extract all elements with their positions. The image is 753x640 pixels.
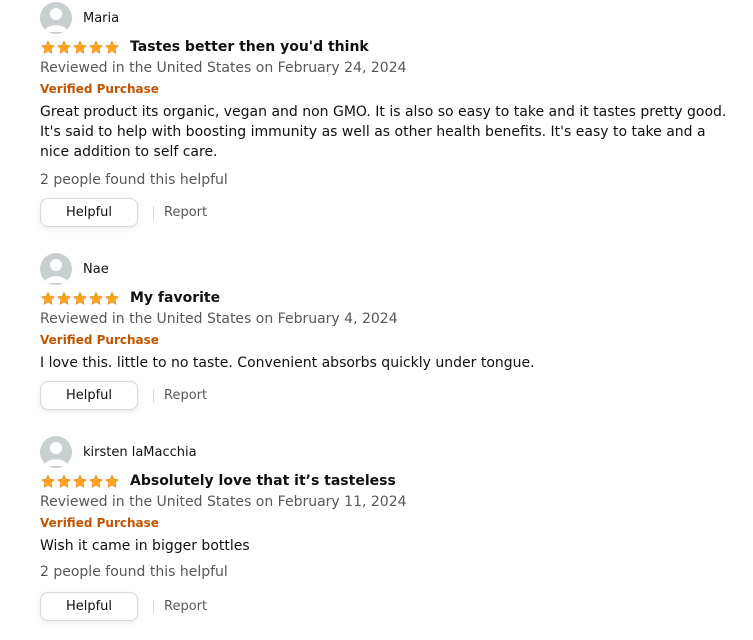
divider [153, 388, 154, 403]
helpful-count: 2 people found this helpful [40, 564, 228, 580]
review-card: Maria Tastes better then you'd think Rev… [40, 2, 730, 232]
divider [153, 205, 154, 220]
verified-purchase-badge: Verified Purchase [40, 82, 159, 96]
review-title[interactable]: Tastes better then you'd think [130, 39, 369, 55]
star-icon [40, 290, 56, 305]
helpful-count: 2 people found this helpful [40, 172, 228, 188]
verified-purchase-badge: Verified Purchase [40, 333, 159, 347]
star-icon [72, 290, 88, 305]
avatar-icon [40, 436, 72, 468]
review-body: Wish it came in bigger bottles [40, 538, 250, 554]
divider [153, 599, 154, 614]
report-link[interactable]: Report [164, 388, 207, 403]
star-icon [56, 473, 72, 488]
review-date: Reviewed in the United States on Februar… [40, 494, 407, 510]
review-date: Reviewed in the United States on Februar… [40, 311, 398, 327]
star-icon [40, 473, 56, 488]
star-rating[interactable] [40, 473, 120, 489]
helpful-button[interactable]: Helpful [40, 198, 138, 227]
helpful-button[interactable]: Helpful [40, 381, 138, 410]
review-title[interactable]: My favorite [130, 290, 220, 306]
star-icon [104, 290, 120, 305]
review-title[interactable]: Absolutely love that it’s tasteless [130, 473, 396, 489]
avatar-icon [40, 253, 72, 285]
review-author[interactable]: Nae [40, 253, 109, 285]
report-link[interactable]: Report [164, 599, 207, 614]
star-icon [40, 39, 56, 54]
star-icon [56, 39, 72, 54]
verified-purchase-badge: Verified Purchase [40, 516, 159, 530]
review-author[interactable]: Maria [40, 2, 119, 34]
report-link[interactable]: Report [164, 205, 207, 220]
star-icon [104, 39, 120, 54]
review-card: kirsten laMacchia Absolutely love that i… [40, 436, 730, 636]
star-icon [104, 473, 120, 488]
star-icon [72, 39, 88, 54]
star-icon [88, 290, 104, 305]
author-name: kirsten laMacchia [83, 444, 197, 460]
review-body: Great product its organic, vegan and non… [40, 104, 727, 160]
star-icon [56, 290, 72, 305]
helpful-button[interactable]: Helpful [40, 592, 138, 621]
review-card: Nae My favorite Reviewed in the United S… [40, 253, 730, 413]
author-name: Nae [83, 261, 109, 277]
star-icon [72, 473, 88, 488]
star-rating[interactable] [40, 39, 120, 55]
star-icon [88, 39, 104, 54]
review-author[interactable]: kirsten laMacchia [40, 436, 197, 468]
star-icon [88, 473, 104, 488]
author-name: Maria [83, 10, 120, 26]
review-body: I love this. little to no taste. Conveni… [40, 355, 535, 371]
avatar-icon [40, 2, 72, 34]
review-date: Reviewed in the United States on Februar… [40, 60, 407, 76]
star-rating[interactable] [40, 290, 120, 306]
